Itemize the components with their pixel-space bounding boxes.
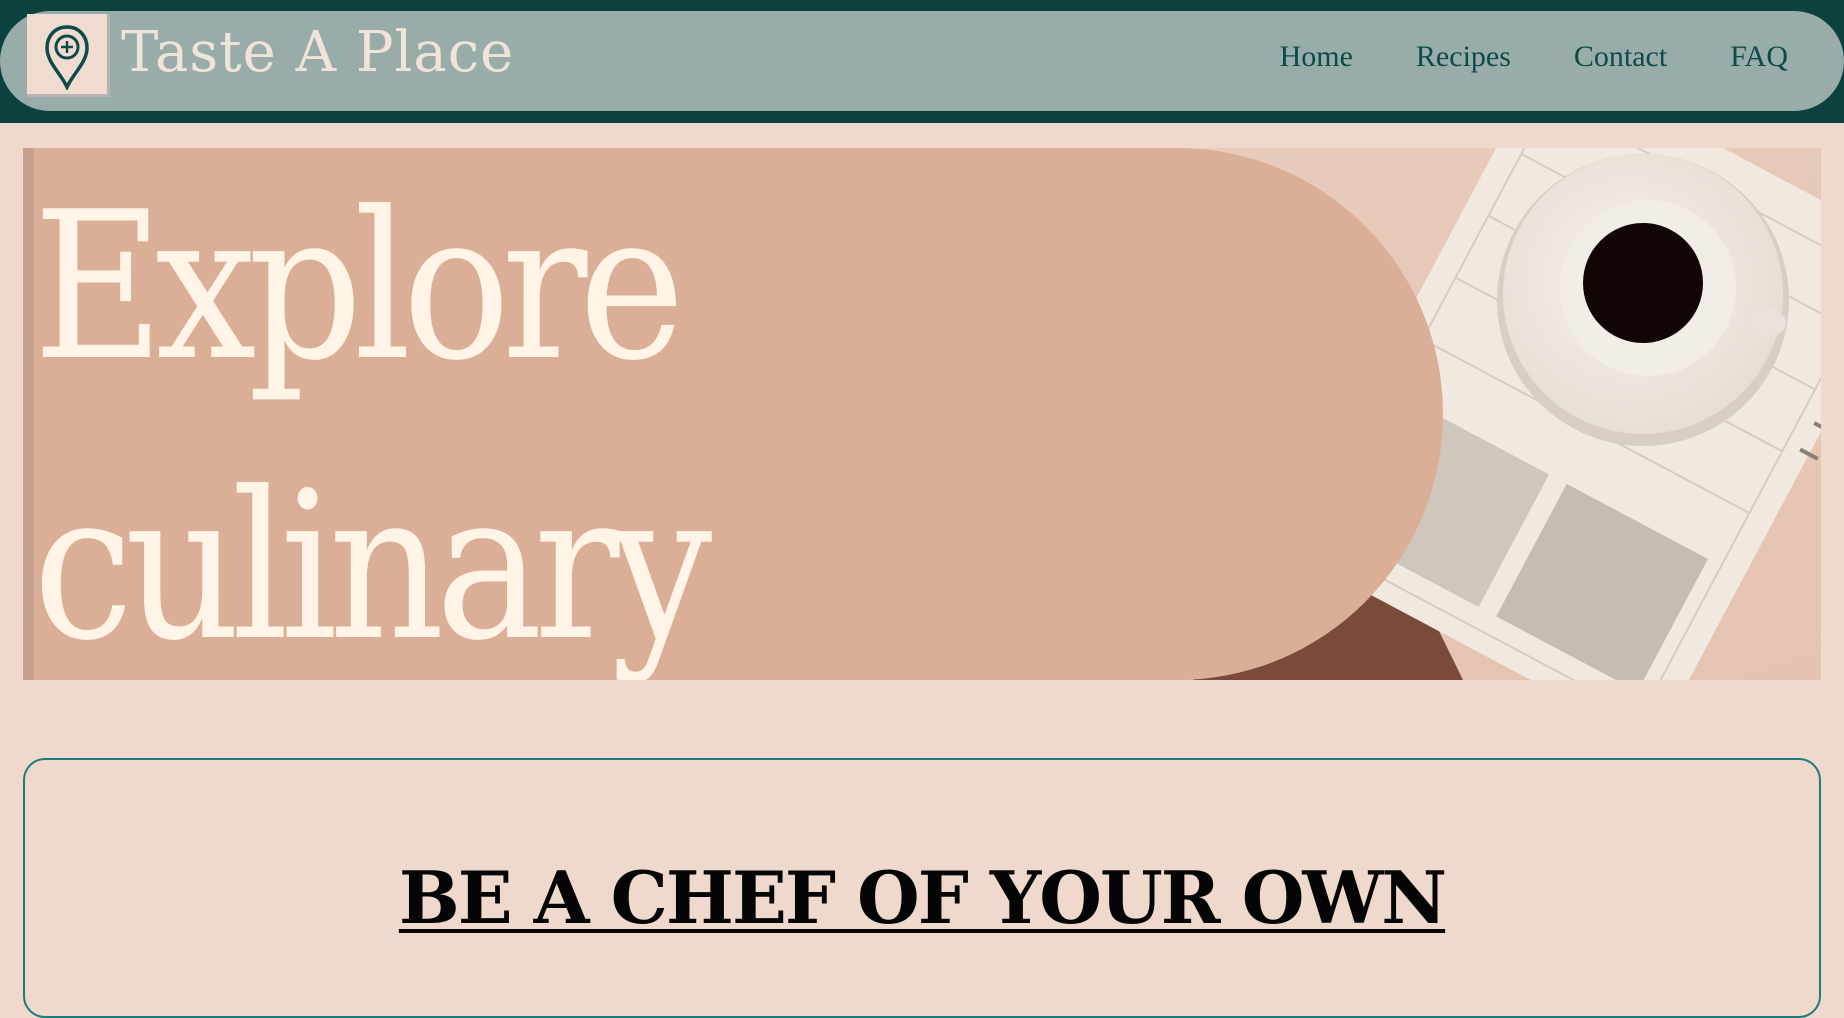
nav-home-link[interactable]: Home xyxy=(1280,42,1353,72)
nav-faq-link[interactable]: FAQ xyxy=(1730,42,1788,72)
navbar: Taste A Place Home Recipes Contact FAQ xyxy=(0,11,1844,111)
feature-card: BE A CHEF OF YOUR OWN xyxy=(23,758,1821,1018)
hero-banner: Explore culinary delights! xyxy=(23,148,1821,680)
map-pin-icon xyxy=(45,25,89,90)
nav-contact-link[interactable]: Contact xyxy=(1574,42,1667,72)
hero-title: Explore culinary delights! xyxy=(33,169,712,680)
section-title: BE A CHEF OF YOUR OWN xyxy=(398,855,1447,940)
top-bar: Taste A Place Home Recipes Contact FAQ xyxy=(0,0,1844,123)
nav-recipes-link[interactable]: Recipes xyxy=(1416,42,1511,72)
logo[interactable] xyxy=(27,14,110,97)
brand-name[interactable]: Taste A Place xyxy=(121,25,514,81)
nav-links: Home Recipes Contact FAQ xyxy=(1280,42,1788,72)
